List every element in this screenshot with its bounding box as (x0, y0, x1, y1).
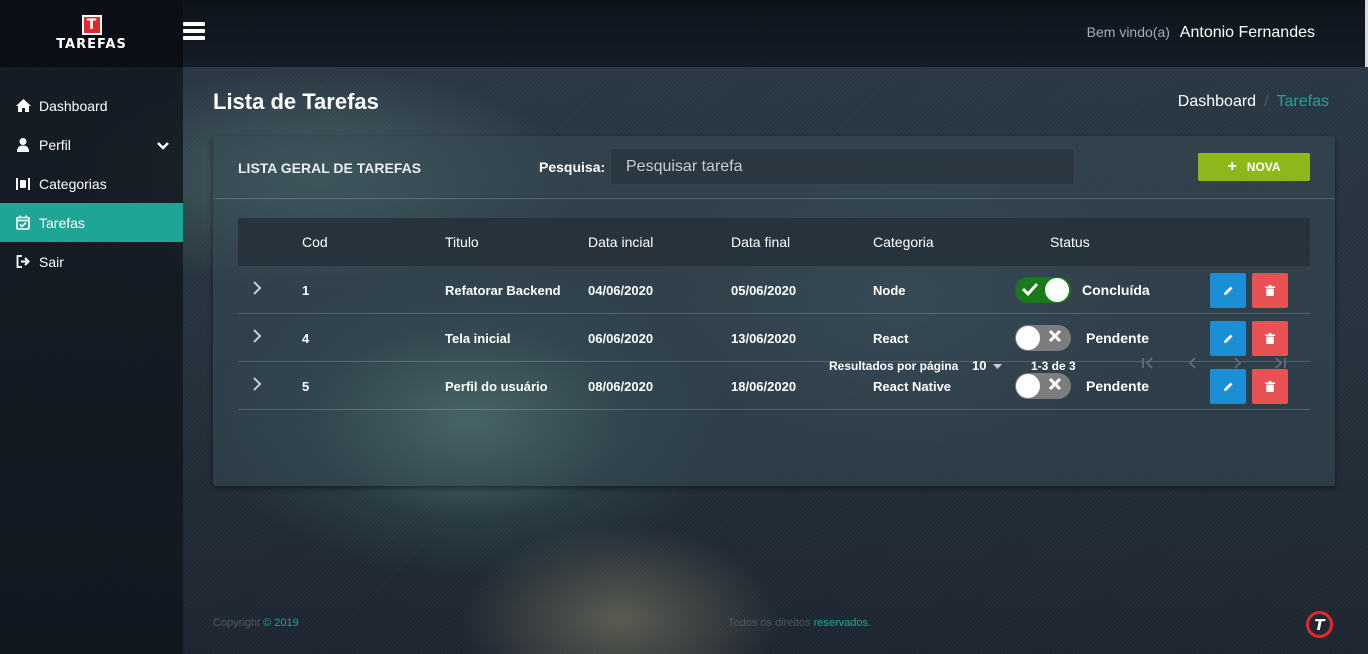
column-header-data-final[interactable]: Data final (731, 234, 790, 250)
page-title: Lista de Tarefas (213, 89, 379, 114)
sign-out-icon (13, 255, 33, 268)
cell-cod: 4 (302, 331, 310, 346)
chevron-down-icon[interactable] (157, 137, 169, 153)
column-header-cod[interactable]: Cod (302, 234, 328, 250)
next-page-icon[interactable] (1227, 356, 1247, 376)
sidebar-item-label: Perfil (39, 136, 71, 153)
first-page-icon[interactable] (1138, 356, 1158, 376)
sidebar-item-categorias[interactable]: Categorias (0, 164, 183, 203)
logo-mark: T (81, 15, 102, 35)
home-icon (13, 99, 33, 112)
search-label: Pesquisa: (539, 159, 606, 175)
cell-categoria: React (873, 331, 909, 346)
last-page-icon[interactable] (1270, 356, 1290, 376)
cell-cod: 1 (302, 283, 310, 298)
rows-per-page-value: 10 (972, 358, 987, 373)
app-logo[interactable]: T TAREFAS (0, 0, 183, 67)
edit-button[interactable] (1210, 273, 1246, 308)
cell-data-inicial: 08/06/2020 (588, 379, 654, 394)
cell-titulo: Perfil do usuário (445, 379, 548, 394)
plus-icon: + (1227, 158, 1237, 175)
categories-icon (13, 177, 33, 191)
rights-link[interactable]: reservados. (814, 617, 871, 629)
sidebar-item-tarefas[interactable]: Tarefas (0, 203, 183, 242)
cell-data-inicial: 04/06/2020 (588, 283, 654, 298)
status-toggle[interactable] (1015, 277, 1071, 303)
check-icon (1021, 281, 1039, 300)
cell-data-final: 13/06/2020 (731, 331, 797, 346)
expand-row-icon[interactable] (252, 280, 268, 300)
sidebar-menu: Dashboard Perfil Categorias Tarefas Sair (0, 67, 183, 281)
toggle-knob (1045, 278, 1069, 302)
sidebar-item-label: Sair (39, 253, 64, 270)
column-header-data-inicial[interactable]: Data incial (588, 234, 653, 250)
pencil-icon (1223, 286, 1232, 295)
breadcrumb-separator: / (1264, 93, 1269, 110)
logo-text: TAREFAS (56, 37, 127, 52)
status-text: Concluída (1082, 282, 1150, 298)
cell-categoria: React Native (873, 379, 952, 394)
pencil-icon (1223, 382, 1232, 391)
sidebar-item-perfil[interactable]: Perfil (0, 125, 183, 164)
sidebar-item-label: Tarefas (39, 214, 85, 231)
new-task-button-label: NOVA (1246, 160, 1281, 174)
trash-icon (1265, 285, 1275, 296)
caret-down-icon (993, 364, 1003, 369)
cell-titulo: Refatorar Backend (445, 283, 561, 298)
cell-data-final: 05/06/2020 (731, 283, 797, 298)
footer-rights: Todos os direitos reservados. (728, 617, 871, 629)
table-header: Cod Titulo Data incial Data final Catego… (238, 218, 1310, 266)
tasks-card: LISTA GERAL DE TAREFAS Pesquisa: + NOVA … (213, 136, 1335, 486)
top-bar: T TAREFAS Bem vindo(a) Antonio Fernandes (0, 0, 1368, 67)
rows-per-page-select[interactable]: 10 (972, 358, 1003, 373)
status-text: Pendente (1086, 330, 1150, 346)
status-toggle[interactable] (1015, 325, 1071, 351)
user-name[interactable]: Antonio Fernandes (1180, 24, 1315, 41)
sidebar-item-label: Categorias (39, 175, 107, 192)
footer-copyright: Copyright © 2019 (213, 617, 299, 629)
user-icon (13, 137, 33, 152)
welcome-label: Bem vindo(a) (1086, 24, 1170, 40)
table-row: 1 Refatorar Backend 04/06/2020 05/06/202… (238, 266, 1310, 314)
tasks-table: Cod Titulo Data incial Data final Catego… (238, 218, 1310, 410)
expand-row-icon[interactable] (252, 328, 268, 348)
pencil-icon (1223, 334, 1232, 343)
pagination: Resultados por página 10 1-3 de 3 (213, 351, 1335, 381)
cell-cod: 5 (302, 379, 310, 394)
cell-titulo: Tela inicial (445, 331, 511, 346)
card-header: LISTA GERAL DE TAREFAS Pesquisa: + NOVA (213, 136, 1335, 199)
rows-per-page-label: Resultados por página (829, 359, 959, 373)
calendar-check-icon (13, 215, 33, 230)
trash-icon (1265, 381, 1275, 392)
cell-data-final: 18/06/2020 (731, 379, 797, 394)
copyright-label: Copyright (213, 617, 261, 629)
column-header-categoria[interactable]: Categoria (873, 234, 934, 250)
sidebar-item-label: Dashboard (39, 97, 108, 114)
new-task-button[interactable]: + NOVA (1198, 153, 1310, 181)
trash-icon (1265, 333, 1275, 344)
breadcrumb: Dashboard / Tarefas (1178, 93, 1329, 111)
breadcrumb-current: Tarefas (1276, 93, 1329, 110)
previous-page-icon[interactable] (1183, 356, 1203, 376)
sidebar: Dashboard Perfil Categorias Tarefas Sair (0, 67, 183, 654)
menu-toggle-icon[interactable] (183, 22, 205, 40)
sidebar-item-sair[interactable]: Sair (0, 242, 183, 281)
delete-button[interactable] (1252, 273, 1288, 308)
column-header-status[interactable]: Status (1050, 234, 1090, 250)
rights-label: Todos os direitos (728, 617, 811, 629)
main-content: Lista de Tarefas Dashboard / Tarefas LISTA… (183, 67, 1365, 654)
cell-data-inicial: 06/06/2020 (588, 331, 654, 346)
search-input[interactable] (610, 148, 1075, 185)
copyright-year[interactable]: © 2019 (263, 617, 299, 629)
floating-logo-icon[interactable]: T (1306, 611, 1333, 638)
column-header-titulo[interactable]: Titulo (445, 234, 479, 250)
close-icon (1048, 329, 1062, 346)
toggle-knob (1016, 326, 1040, 350)
breadcrumb-dashboard[interactable]: Dashboard (1178, 93, 1256, 110)
page-range: 1-3 de 3 (1031, 359, 1076, 373)
cell-categoria: Node (873, 283, 906, 298)
welcome-message: Bem vindo(a) Antonio Fernandes (1087, 24, 1315, 42)
sidebar-item-dashboard[interactable]: Dashboard (0, 86, 183, 125)
card-title: LISTA GERAL DE TAREFAS (238, 160, 422, 176)
